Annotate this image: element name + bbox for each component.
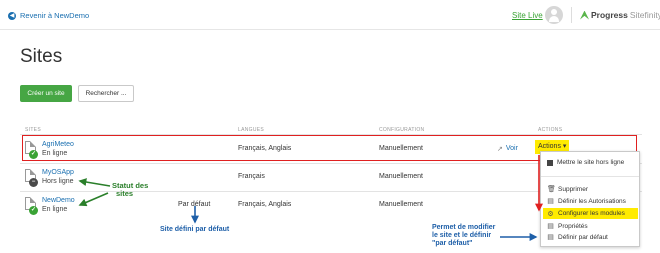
annotation-arrows [78,155,543,241]
status-arrow-upper [78,178,111,187]
status-arrow-lower [78,192,109,207]
